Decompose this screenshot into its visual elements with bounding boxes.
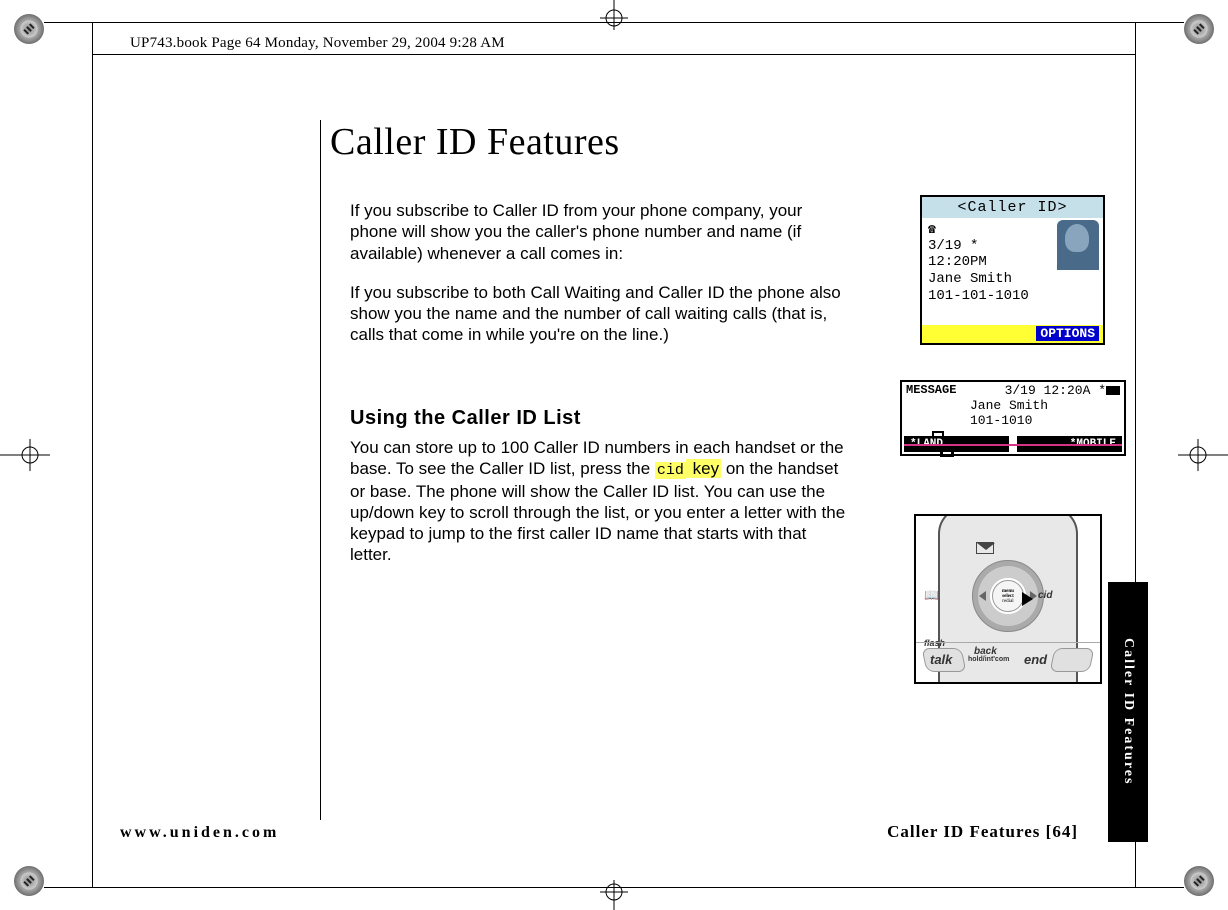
cid-pointer-arrow-icon — [1022, 592, 1033, 606]
cid-key-highlight: cid — [655, 462, 686, 479]
frame-left-inner-line — [92, 22, 93, 888]
handset-illustration: menu select redial 📖 cid flash talk back… — [914, 514, 1102, 684]
crop-mark-top-left — [14, 14, 44, 44]
crop-mark-bottom-left — [14, 866, 44, 896]
book-header-meta: UP743.book Page 64 Monday, November 29, … — [130, 35, 505, 52]
battery-icon — [1106, 386, 1120, 395]
footer-page-number: [64] — [1046, 822, 1078, 841]
using-list-paragraph: You can store up to 100 Caller ID number… — [350, 437, 850, 566]
display-softkey-bar: OPTIONS — [922, 325, 1103, 343]
handset-display-callerid: <Caller ID> ☎ 3/19 * 12:20PM Jane Smith … — [920, 195, 1105, 345]
display-caller-name: Jane Smith — [928, 271, 1097, 288]
key-word-highlight: key — [686, 459, 721, 478]
crop-mark-bottom-right — [1184, 866, 1214, 896]
section-heading-using-list: Using the Caller ID List — [350, 406, 850, 431]
talk-key-label: talk — [930, 652, 952, 667]
nav-center-redial-label: redial — [1002, 599, 1013, 604]
body-column: If you subscribe to Caller ID from your … — [350, 200, 850, 566]
phonebook-icon: 📖 — [924, 588, 939, 602]
page-title: Caller ID Features — [330, 120, 1080, 164]
display2-caller-name: Jane Smith — [970, 399, 1120, 414]
flash-key-label: flash — [924, 638, 945, 648]
footer-page-label: Caller ID Features [64] — [887, 822, 1078, 842]
footer-section-name: Caller ID Features — [887, 822, 1040, 841]
crop-mark-top-right — [1184, 14, 1214, 44]
crop-mark-bottom-center — [594, 880, 634, 910]
content-left-rule — [320, 120, 321, 820]
key-divider — [916, 642, 1100, 643]
caller-avatar-icon — [1057, 220, 1099, 270]
intro-paragraph-2: If you subscribe to both Call Waiting an… — [350, 282, 850, 346]
base-display-callwaiting: MESSAGE 3/19 12:20A * Jane Smith 101-101… — [900, 380, 1126, 456]
end-key-label: end — [1024, 652, 1047, 667]
side-tab-label: Caller ID Features — [1108, 582, 1148, 842]
nav-center-button: menu select redial — [992, 580, 1024, 612]
nav-ring: menu select redial — [972, 560, 1044, 632]
intro-paragraph-1: If you subscribe to Caller ID from your … — [350, 200, 850, 264]
message-label: MESSAGE — [906, 384, 956, 399]
hold-key-label: hold/int'com — [968, 656, 1009, 663]
crop-mark-top-center — [594, 0, 634, 30]
crop-mark-left-edge — [0, 435, 50, 475]
display2-datetime: 3/19 12:20A * — [1005, 383, 1106, 398]
cid-key-label: cid — [1038, 590, 1052, 601]
display-titlebar: <Caller ID> — [922, 197, 1103, 218]
display2-caller-number: 101-1010 — [970, 414, 1120, 429]
end-key-shape — [1049, 648, 1094, 672]
strike-annotation — [904, 444, 1122, 446]
frame-top-line — [44, 22, 1184, 23]
crop-mark-right-edge — [1178, 435, 1228, 475]
display-options-softkey: OPTIONS — [1036, 326, 1099, 341]
frame-header-rule — [92, 54, 1136, 55]
mail-icon — [976, 542, 994, 554]
display-caller-number: 101-101-1010 — [928, 288, 1097, 305]
footer-url: www.uniden.com — [120, 824, 279, 842]
nav-left-arrow-icon — [979, 591, 986, 601]
frame-bottom-line — [44, 887, 1184, 888]
